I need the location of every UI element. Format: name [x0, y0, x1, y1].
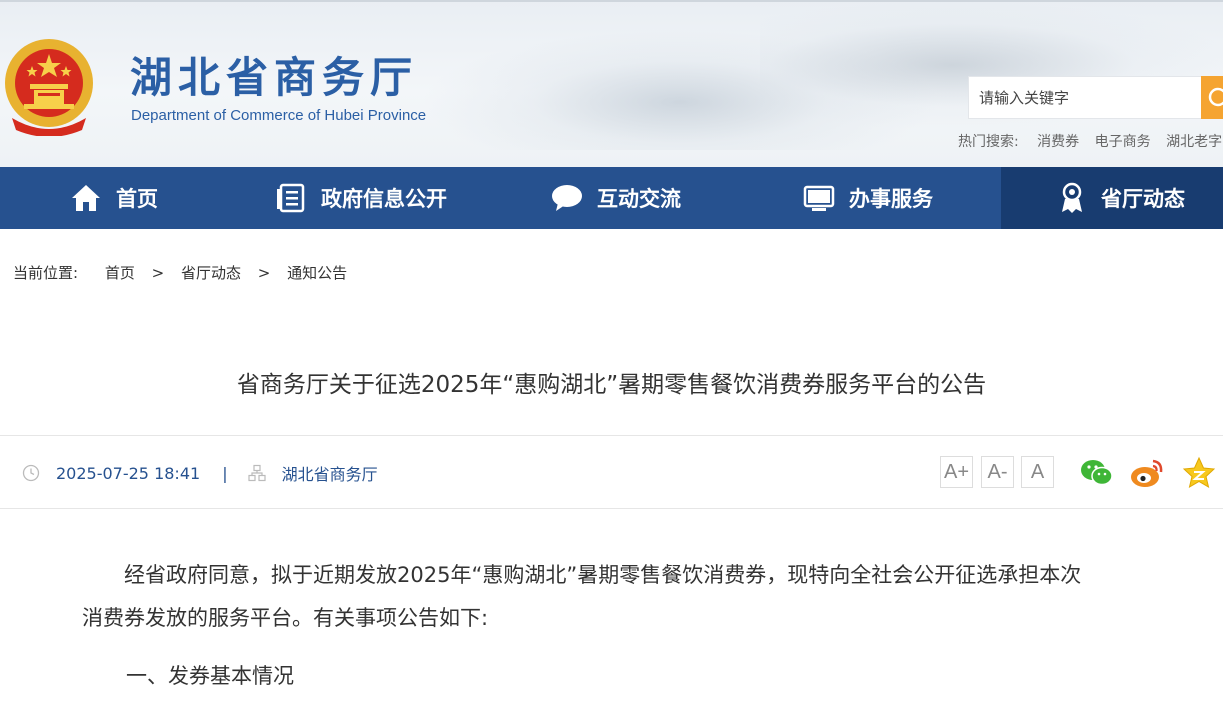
breadcrumb-separator: >: [257, 264, 271, 282]
article-source: 湖北省商务厅: [281, 465, 378, 484]
org-structure-icon: [247, 464, 266, 482]
nav-label: 政府信息公开: [321, 187, 447, 211]
wechat-icon[interactable]: [1079, 455, 1115, 491]
article-paragraph-continued: 消费券发放的服务平台。有关事项公告如下:: [82, 606, 489, 630]
section-heading: 一、发券基本情况: [126, 664, 294, 688]
publish-date: 2025-07-25 18:41: [56, 463, 201, 483]
national-emblem-icon: [5, 39, 93, 136]
nav-item-services[interactable]: 办事服务: [803, 167, 933, 229]
hot-search: 热门搜索: 消费券 电子商务 湖北老字: [958, 131, 1223, 151]
font-size-label: A: [1030, 460, 1045, 483]
hot-keyword-link[interactable]: 湖北老字: [1166, 134, 1222, 150]
search-icon: [1208, 87, 1223, 107]
hot-keyword-link[interactable]: 消费券: [1037, 134, 1079, 150]
monitor-icon: [803, 185, 835, 211]
weibo-icon[interactable]: [1129, 455, 1165, 491]
search-input[interactable]: [969, 77, 1200, 118]
nav-item-gov-info[interactable]: 政府信息公开: [275, 167, 447, 229]
site-subtitle: Department of Commerce of Hubei Province: [131, 107, 427, 124]
breadcrumb-label: 当前位置:: [13, 264, 79, 282]
main-nav: 首页 政府信息公开 互动交流 办事服务 省厅动态: [0, 167, 1223, 229]
hot-keyword-link[interactable]: 电子商务: [1095, 134, 1151, 150]
breadcrumb: 当前位置: 首页 > 省厅动态 > 通知公告: [13, 262, 347, 283]
nav-label: 首页: [116, 187, 158, 211]
nav-item-dept-news[interactable]: 省厅动态: [1001, 167, 1223, 229]
breadcrumb-separator: >: [151, 264, 165, 282]
divider: [0, 508, 1223, 509]
document-list-icon: [277, 183, 305, 213]
site-title[interactable]: 湖北省商务厅: [130, 44, 418, 105]
site-header: 湖北省商务厅 Department of Commerce of Hubei P…: [0, 0, 1223, 167]
article-title: 省商务厅关于征选2025年“惠购湖北”暑期零售餐饮消费券服务平台的公告: [236, 372, 987, 398]
breadcrumb-link-home[interactable]: 首页: [105, 264, 135, 282]
hot-search-label: 热门搜索:: [958, 134, 1019, 150]
search-button[interactable]: [1201, 76, 1223, 119]
article-paragraph: 经省政府同意，拟于近期发放2025年“惠购湖北”暑期零售餐饮消费券，现特向全社会…: [124, 563, 1082, 587]
nav-item-home[interactable]: 首页: [70, 167, 158, 229]
nav-label: 省厅动态: [1101, 187, 1185, 211]
font-size-label: A-: [987, 460, 1008, 483]
font-size-increase-button[interactable]: A+: [940, 456, 973, 488]
chat-bubble-icon: [552, 185, 582, 211]
breadcrumb-link-notices[interactable]: 通知公告: [287, 264, 347, 282]
article-meta: 2025-07-25 18:41 | 湖北省商务厅: [22, 462, 378, 484]
nav-label: 办事服务: [849, 187, 933, 211]
font-size-decrease-button[interactable]: A-: [981, 456, 1014, 488]
home-icon: [72, 185, 100, 211]
font-size-default-button[interactable]: A: [1021, 456, 1054, 488]
nav-item-interaction[interactable]: 互动交流: [551, 167, 681, 229]
favorite-star-icon[interactable]: [1181, 455, 1217, 491]
nav-label: 互动交流: [597, 187, 681, 211]
divider: [0, 435, 1223, 436]
badge-person-icon: [1062, 182, 1082, 213]
meta-separator: |: [222, 463, 228, 483]
font-size-label: A+: [943, 460, 970, 483]
breadcrumb-link-dept-news[interactable]: 省厅动态: [181, 264, 241, 282]
search-box: [968, 76, 1223, 119]
clock-icon: [22, 464, 40, 482]
